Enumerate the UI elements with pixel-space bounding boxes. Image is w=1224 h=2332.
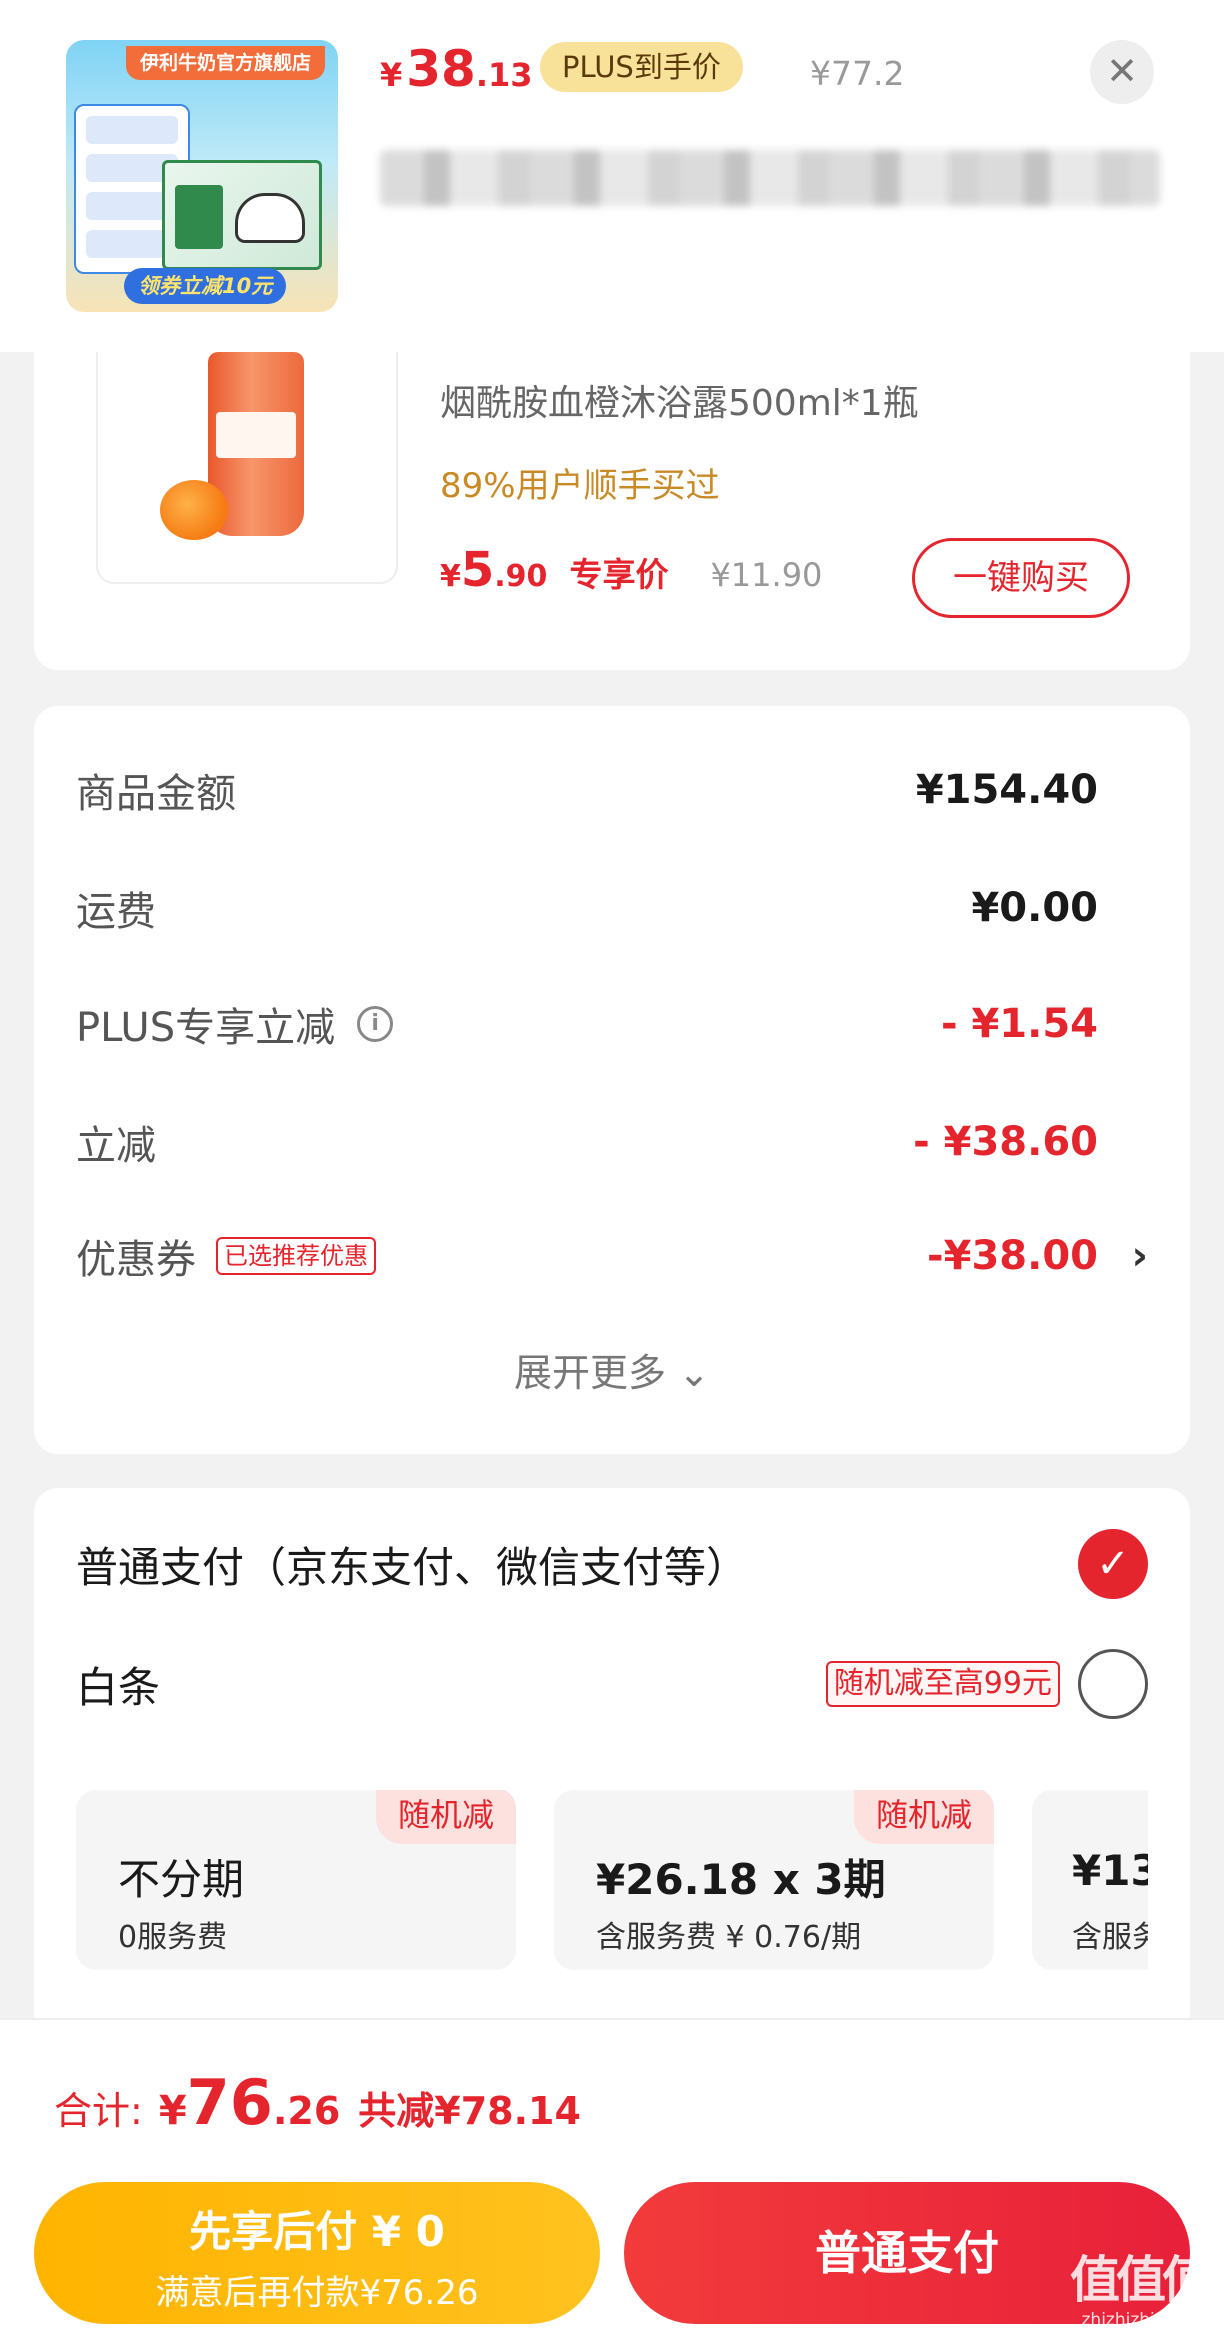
expand-more-link[interactable]: 展开更多 ⌄ <box>34 1342 1190 1397</box>
cost-row-shipping: 运费 ¥0.00 <box>76 885 1098 935</box>
exclusive-price-tag: 专享价 <box>569 555 669 594</box>
addon-bought-stat: 89%用户顺手买过 <box>440 466 720 506</box>
bottom-action-bar: 先享后付 ¥ 0 满意后再付款¥76.26 普通支付 <box>0 2168 1224 2332</box>
normal-pay-button[interactable]: 普通支付 <box>624 2182 1190 2324</box>
total-amount: 合计: ¥ 76 .26 共减¥78.14 <box>54 2066 581 2139</box>
cost-row-coupon[interactable]: 优惠券 已选推荐优惠 -¥38.00 › <box>76 1226 1148 1286</box>
payment-method-card: 普通支付（京东支付、微信支付等） ✓ 白条 随机减至高99元 随机减 不分期 0… <box>34 1488 1190 2018</box>
milk-box-graphic <box>162 160 322 270</box>
cost-breakdown-card: 商品金额 ¥154.40 运费 ¥0.00 PLUS专享立减 i - ¥1.54… <box>34 706 1190 1454</box>
plus-price-badge: PLUS到手价 <box>540 42 743 92</box>
recommended-coupon-tag: 已选推荐优惠 <box>216 1237 376 1275</box>
plus-final-price: ¥ 38 .13 <box>380 40 533 98</box>
checkmark-icon[interactable]: ✓ <box>1078 1529 1148 1599</box>
total-saved: 共减¥78.14 <box>358 2089 581 2133</box>
cost-row-instant-discount: 立减 - ¥38.60 <box>76 1119 1098 1169</box>
product-thumbnail[interactable]: 伊利牛奶官方旗舰店 领券立减10元 <box>66 40 338 312</box>
random-discount-corner: 随机减 <box>375 1790 516 1844</box>
addon-original-price: ¥11.90 <box>710 556 823 594</box>
plan-no-installment[interactable]: 随机减 不分期 0服务费 <box>76 1790 516 1970</box>
plan-3-installments[interactable]: 随机减 ¥26.18 x 3期 含服务费 ¥ 0.76/期 <box>554 1790 994 1970</box>
store-name-label: 伊利牛奶官方旗舰店 <box>126 46 326 80</box>
total-summary: 合计: ¥ 76 .26 共减¥78.14 <box>0 2018 1224 2168</box>
chevron-right-icon[interactable]: › <box>1132 1233 1148 1279</box>
radio-unchecked-icon[interactable] <box>1078 1649 1148 1719</box>
addon-product-title: 烟酰胺血橙沐浴露500ml*1瓶 <box>440 383 919 424</box>
product-header: 伊利牛奶官方旗舰店 领券立减10元 ¥ 38 .13 PLUS到手价 ¥77.2… <box>0 0 1224 352</box>
close-button[interactable]: ✕ <box>1090 40 1154 104</box>
blurred-product-title <box>380 150 1160 206</box>
orange-graphic <box>160 480 228 540</box>
cost-row-plus-discount: PLUS专享立减 i - ¥1.54 <box>76 1001 1098 1051</box>
original-price: ¥77.2 <box>810 54 905 93</box>
plan-more-installments[interactable]: ¥13 含服务 <box>1032 1790 1148 1970</box>
info-icon[interactable]: i <box>357 1006 394 1042</box>
coupon-banner: 领券立减10元 <box>124 268 287 304</box>
addon-product-card: 烟酰胺血橙沐浴露500ml*1瓶 89%用户顺手买过 ¥ 5 .90 专享价 ¥… <box>34 352 1190 670</box>
addon-price: ¥ 5 .90 专享价 ¥11.90 <box>440 542 823 598</box>
cost-row-goods: 商品金额 ¥154.40 <box>76 767 1098 817</box>
addon-product-image[interactable] <box>96 352 398 584</box>
installment-plans: 随机减 不分期 0服务费 随机减 ¥26.18 x 3期 含服务费 ¥ 0.76… <box>76 1790 1148 1970</box>
payment-option-normal[interactable]: 普通支付（京东支付、微信支付等） ✓ <box>76 1528 1148 1600</box>
random-discount-tag: 随机减至高99元 <box>825 1661 1060 1707</box>
payment-option-baitiao[interactable]: 白条 随机减至高99元 <box>76 1648 1148 1720</box>
random-discount-corner: 随机减 <box>853 1790 994 1844</box>
one-click-buy-button[interactable]: 一键购买 <box>912 538 1130 618</box>
pay-later-button[interactable]: 先享后付 ¥ 0 满意后再付款¥76.26 <box>34 2182 600 2324</box>
